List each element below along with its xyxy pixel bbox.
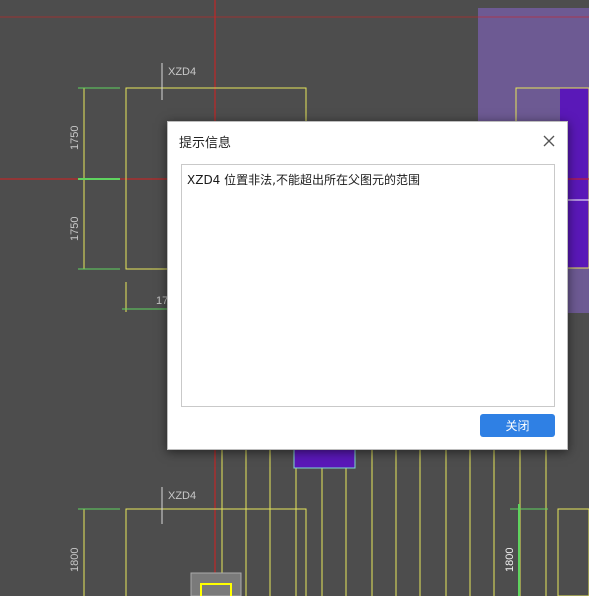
message-textarea[interactable]: XZD4 位置非法,不能超出所在父图元的范围 [181,164,555,407]
dimension-label-1750-b: 1750 [69,217,81,241]
dimension-label-1750-a: 1750 [69,126,81,150]
xzd4-label-bottom: XZD4 [168,490,196,502]
dimension-label-1800-left: 1800 [69,548,81,572]
yellow-outline-right-lower [557,508,589,596]
close-button[interactable]: 关闭 [480,414,555,437]
dialog-title: 提示信息 [179,136,232,151]
yellow-grid-lines-lower [221,440,547,596]
close-icon[interactable] [539,131,559,151]
dimension-label-1800-right: 1800 [504,548,516,572]
prompt-dialog: 提示信息 XZD4 位置非法,不能超出所在父图元的范围 关闭 [167,121,568,450]
close-icon-glyph [543,135,555,147]
xzd4-label-top: XZD4 [168,66,196,78]
message-text: XZD4 位置非法,不能超出所在父图元的范围 [187,173,420,187]
